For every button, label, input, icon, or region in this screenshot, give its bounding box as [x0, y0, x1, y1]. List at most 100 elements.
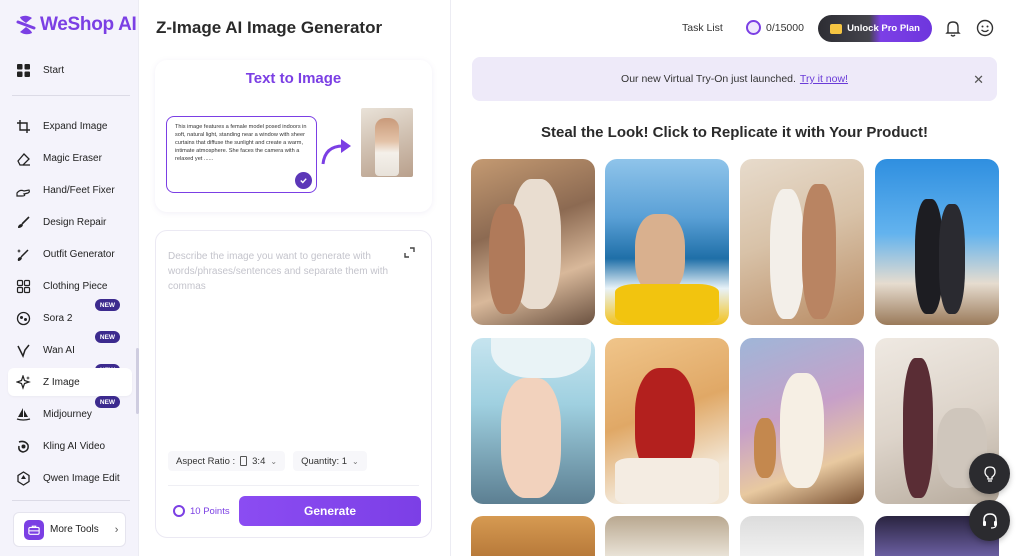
- banner-text: Our new Virtual Try-On just launched.: [621, 73, 796, 85]
- generator-panel: Z-Image AI Image Generator Text to Image…: [140, 0, 451, 556]
- sidebar-item-label: Hand/Feet Fixer: [43, 184, 115, 196]
- card-title: Text to Image: [245, 70, 342, 87]
- sidebar-item-clothing-piece[interactable]: Clothing Piece: [16, 276, 107, 296]
- brush-icon: [16, 215, 31, 230]
- qwen-icon: [16, 470, 31, 486]
- chevron-down-icon: ⌄: [270, 456, 278, 466]
- brand-name: WeShop AI: [40, 14, 137, 35]
- sidebar-item-label: Sora 2: [43, 312, 73, 324]
- sidebar-item-start[interactable]: Start: [16, 63, 64, 78]
- sidebar: WeShop AI Start Expand Image Magic Erase…: [0, 0, 139, 556]
- support-button[interactable]: [969, 500, 1010, 541]
- sidebar-item-label: Design Repair: [43, 216, 107, 228]
- sidebar-item-label: Magic Eraser: [43, 152, 102, 164]
- sidebar-scrollbar[interactable]: [136, 348, 139, 414]
- more-tools-label: More Tools: [50, 524, 99, 535]
- credits-coin-icon: [746, 20, 761, 35]
- points-cost: 10 Points: [173, 505, 230, 517]
- gallery-image[interactable]: [471, 516, 595, 556]
- portrait-ratio-icon: [240, 456, 248, 466]
- gallery-title: Steal the Look! Click to Replicate it wi…: [541, 124, 928, 141]
- gallery-image[interactable]: [471, 159, 595, 325]
- credits-display[interactable]: 0/15000: [746, 20, 804, 35]
- points-label: 10 Points: [190, 505, 230, 517]
- more-tools-button[interactable]: More Tools ›: [13, 512, 126, 547]
- sidebar-divider: [12, 500, 130, 501]
- gallery-image[interactable]: [605, 338, 729, 504]
- chevron-down-icon: ⌄: [352, 456, 359, 466]
- avatar-smile-icon[interactable]: [976, 19, 994, 37]
- wan-icon: [16, 343, 31, 358]
- gallery-image[interactable]: [875, 159, 999, 325]
- page-title: Z-Image AI Image Generator: [156, 18, 383, 37]
- gallery-image[interactable]: [605, 159, 729, 325]
- points-coin-icon: [173, 505, 185, 517]
- pro-ticket-icon: [830, 23, 843, 34]
- gallery-image[interactable]: [740, 516, 864, 556]
- sidebar-item-qwen-image-edit[interactable]: Qwen Image Edit: [16, 468, 120, 488]
- gallery-image[interactable]: [605, 516, 729, 556]
- sidebar-item-design-repair[interactable]: Design Repair: [16, 212, 106, 232]
- brand-logo[interactable]: WeShop AI: [16, 14, 137, 36]
- sidebar-item-label: Clothing Piece: [43, 280, 108, 292]
- curved-arrow-icon: [321, 139, 351, 165]
- sidebar-item-expand-image[interactable]: Expand Image: [16, 116, 108, 136]
- lightbulb-icon: [983, 465, 996, 482]
- eraser-icon: [16, 151, 31, 166]
- aspect-ratio-label: Aspect Ratio :: [176, 455, 236, 467]
- gallery-image[interactable]: [740, 338, 864, 504]
- gallery-image[interactable]: [471, 338, 595, 504]
- sidebar-item-label: Midjourney: [43, 408, 92, 420]
- grid-icon: [16, 279, 31, 294]
- task-list-link[interactable]: Task List: [682, 22, 723, 34]
- check-icon: [295, 172, 312, 189]
- weshop-logo-icon: [16, 15, 36, 35]
- tips-button[interactable]: [969, 453, 1010, 494]
- sidebar-item-sora-2[interactable]: Sora 2: [16, 308, 72, 328]
- sidebar-item-label: Outfit Generator: [43, 248, 115, 260]
- aspect-ratio-select[interactable]: Aspect Ratio : 3:4 ⌄: [168, 451, 286, 471]
- sidebar-item-label: Wan AI: [43, 344, 75, 356]
- hand-icon: [16, 183, 31, 198]
- sample-output-image: [361, 108, 413, 177]
- sidebar-item-label: Qwen Image Edit: [43, 472, 120, 484]
- sidebar-item-label: Start: [43, 65, 65, 76]
- text-to-image-card: Text to Image This image features a fema…: [155, 60, 432, 212]
- new-badge: NEW: [95, 299, 120, 311]
- sora-icon: [16, 311, 31, 326]
- sidebar-item-hand-feet-fixer[interactable]: Hand/Feet Fixer: [16, 180, 115, 200]
- bell-icon[interactable]: [945, 20, 961, 37]
- new-badge: NEW: [95, 331, 120, 343]
- chevron-right-icon: ›: [114, 523, 119, 536]
- prompt-card: Describe the image you want to generate …: [155, 230, 432, 538]
- banner-link[interactable]: Try it now!: [800, 73, 848, 85]
- headset-icon: [982, 512, 997, 529]
- divider: [168, 485, 419, 486]
- expand-icon[interactable]: [404, 247, 415, 258]
- sidebar-item-wan-ai[interactable]: Wan AI: [16, 340, 75, 360]
- quantity-select[interactable]: Quantity: 1 ⌄: [293, 451, 367, 471]
- sidebar-item-z-image[interactable]: Z Image: [8, 368, 132, 396]
- sidebar-item-kling-ai-video[interactable]: Kling AI Video: [16, 436, 105, 456]
- prompt-input[interactable]: Describe the image you want to generate …: [168, 249, 408, 294]
- aspect-ratio-value: 3:4: [252, 455, 266, 467]
- sidebar-item-outfit-generator[interactable]: Outfit Generator: [16, 244, 115, 264]
- generate-button[interactable]: Generate: [239, 496, 421, 526]
- sidebar-item-label: Z Image: [43, 376, 80, 388]
- announcement-banner: Our new Virtual Try-On just launched. Tr…: [472, 57, 997, 101]
- gallery-image[interactable]: [740, 159, 864, 325]
- crop-icon: [16, 119, 31, 134]
- sidebar-item-magic-eraser[interactable]: Magic Eraser: [16, 148, 102, 168]
- quantity-value: Quantity: 1: [301, 455, 348, 467]
- kling-icon: [16, 439, 31, 454]
- sailboat-icon: [16, 407, 31, 422]
- unlock-pro-button[interactable]: Unlock Pro Plan: [818, 15, 932, 42]
- sidebar-divider: [12, 95, 130, 96]
- credits-value: 0/15000: [766, 21, 804, 34]
- new-badge: NEW: [95, 396, 120, 408]
- sidebar-item-midjourney[interactable]: Midjourney: [16, 404, 92, 424]
- dashboard-icon: [16, 63, 31, 78]
- close-icon[interactable]: ✕: [973, 72, 984, 88]
- sparkle-icon: [16, 374, 31, 390]
- sidebar-item-label: Kling AI Video: [43, 440, 106, 452]
